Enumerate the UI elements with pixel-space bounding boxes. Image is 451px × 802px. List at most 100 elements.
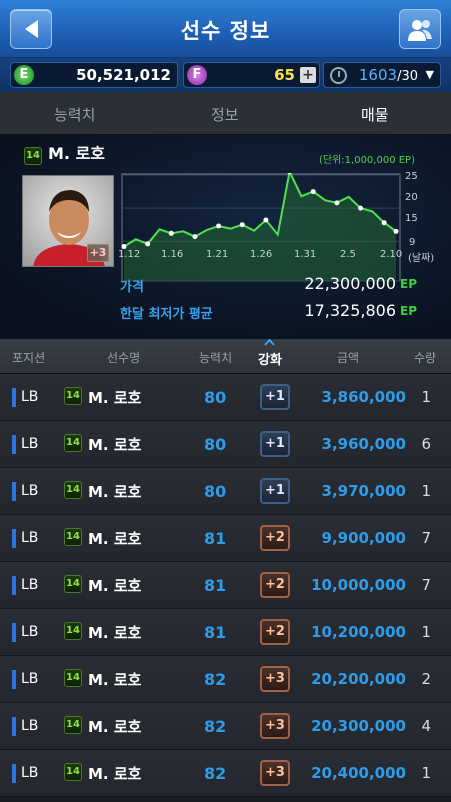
price-value: 22,300,000	[304, 274, 396, 293]
chart-point	[216, 223, 222, 229]
position-color-bar	[12, 388, 16, 407]
tab-info[interactable]: 정보	[211, 104, 239, 125]
table-row[interactable]: LB 14 M. 로호 80 +1 3,960,000 6	[0, 421, 451, 468]
row-enhance-badge: +2	[260, 619, 290, 645]
col-position[interactable]: 포지션	[12, 349, 45, 366]
row-position: LB	[21, 389, 39, 405]
table-row[interactable]: LB 14 M. 로호 81 +2 9,900,000 7	[0, 515, 451, 562]
x-tick: 1.26	[250, 249, 273, 260]
row-amount: 20,400,000	[311, 764, 406, 782]
row-amount: 9,900,000	[321, 529, 406, 547]
row-position: LB	[21, 671, 39, 687]
e-coin-icon: E	[14, 65, 34, 85]
season-badge: 14	[64, 575, 82, 593]
f-value: 65	[274, 66, 295, 84]
row-rating: 82	[204, 764, 227, 783]
row-amount: 10,200,000	[311, 623, 406, 641]
table-row[interactable]: LB 14 M. 로호 80 +1 3,860,000 1	[0, 374, 451, 421]
position-color-bar	[12, 482, 16, 501]
clock-icon	[330, 67, 347, 84]
chart-point	[192, 234, 198, 240]
row-amount: 3,970,000	[321, 482, 406, 500]
row-rating: 81	[204, 576, 227, 595]
f-coin-icon: F	[187, 65, 207, 85]
row-enhance-badge: +1	[260, 384, 290, 410]
col-rating[interactable]: 능력치	[199, 349, 232, 366]
avg-price-unit: EP	[400, 304, 417, 318]
avg-price-value: 17,325,806	[304, 301, 396, 320]
row-enhance-badge: +3	[260, 666, 290, 692]
col-amount[interactable]: 금액	[337, 349, 359, 366]
row-quantity: 4	[421, 717, 431, 735]
row-rating: 80	[204, 482, 227, 501]
row-rating: 82	[204, 717, 227, 736]
friends-button[interactable]	[399, 9, 441, 49]
row-quantity: 1	[421, 482, 431, 500]
row-player-name: M. 로호	[88, 483, 142, 501]
table-row[interactable]: LB 14 M. 로호 81 +2 10,000,000 7	[0, 562, 451, 609]
col-name[interactable]: 선수명	[107, 349, 140, 366]
price-unit: EP	[400, 277, 417, 291]
add-f-button[interactable]: +	[300, 67, 316, 83]
row-quantity: 1	[421, 764, 431, 782]
row-rating: 82	[204, 670, 227, 689]
row-quantity: 1	[421, 388, 431, 406]
col-enhance[interactable]: 강화	[258, 349, 282, 368]
season-badge: 14	[64, 763, 82, 781]
row-position: LB	[21, 530, 39, 546]
chart-point	[334, 200, 340, 206]
position-color-bar	[12, 576, 16, 595]
chart-point	[145, 241, 151, 247]
row-position: LB	[21, 765, 39, 781]
chart-unit-label: (단위:1,000,000 EP)	[319, 155, 415, 166]
season-badge: 14	[64, 481, 82, 499]
time-value: 1603	[358, 66, 398, 84]
row-rating: 80	[204, 388, 227, 407]
row-player-name: M. 로호	[88, 389, 142, 407]
tab-stats[interactable]: 능력치	[54, 104, 95, 125]
season-badge: 14	[64, 622, 82, 640]
season-badge: 14	[64, 434, 82, 452]
table-row[interactable]: LB 14 M. 로호 81 +2 10,200,000 1	[0, 609, 451, 656]
listing-rows: LB 14 M. 로호 80 +1 3,860,000 1 LB 14 M. 로호 80 +1 3,96…	[0, 374, 451, 797]
x-tick: 1.12	[118, 249, 141, 260]
table-row[interactable]: LB 14 M. 로호 82 +3 20,200,000 2	[0, 656, 451, 703]
ep-balance: E 50,521,012	[10, 62, 178, 88]
row-position: LB	[21, 483, 39, 499]
position-color-bar	[12, 435, 16, 454]
table-row[interactable]: LB 14 M. 로호 82 +3 20,400,000 1	[0, 750, 451, 797]
col-qty[interactable]: 수량	[414, 349, 436, 366]
chart-area	[124, 173, 396, 281]
chart-point	[381, 220, 387, 226]
table-row[interactable]: LB 14 M. 로호 80 +1 3,970,000 1	[0, 468, 451, 515]
row-quantity: 7	[421, 576, 431, 594]
f-balance: F 65 +	[183, 62, 320, 88]
price-chart-svg	[121, 173, 401, 282]
time-dropdown[interactable]: 1603/30 ▼	[323, 62, 441, 88]
row-rating: 81	[204, 529, 227, 548]
row-amount: 20,300,000	[311, 717, 406, 735]
row-player-name: M. 로호	[88, 718, 142, 736]
row-player-name: M. 로호	[88, 765, 142, 783]
row-enhance-badge: +2	[260, 572, 290, 598]
row-player-name: M. 로호	[88, 436, 142, 454]
row-quantity: 2	[421, 670, 431, 688]
row-rating: 81	[204, 623, 227, 642]
season-badge: 14	[64, 387, 82, 405]
season-badge: 14	[64, 528, 82, 546]
player-name: M. 로호	[48, 144, 106, 163]
season-badge: 14	[24, 147, 42, 165]
row-enhance-badge: +1	[260, 431, 290, 457]
row-position: LB	[21, 624, 39, 640]
chart-point	[263, 217, 269, 223]
row-amount: 10,000,000	[311, 576, 406, 594]
row-amount: 3,860,000	[321, 388, 406, 406]
row-position: LB	[21, 436, 39, 452]
y-tick: 15	[405, 213, 418, 224]
x-tick: 2.10	[380, 249, 403, 260]
table-row[interactable]: LB 14 M. 로호 82 +3 20,300,000 4	[0, 703, 451, 750]
tab-listings[interactable]: 매물	[361, 104, 389, 125]
row-rating: 80	[204, 435, 227, 454]
season-badge: 14	[64, 669, 82, 687]
row-player-name: M. 로호	[88, 530, 142, 548]
